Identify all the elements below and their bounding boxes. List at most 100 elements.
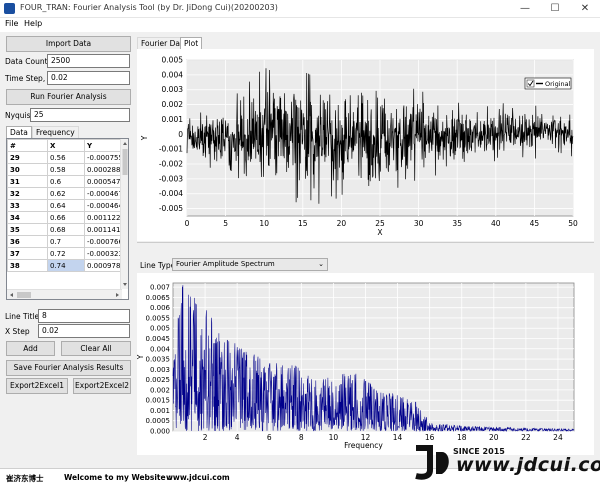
- table-cell[interactable]: 0.7: [47, 235, 85, 248]
- line-title-field[interactable]: 8: [38, 309, 130, 323]
- tab-data[interactable]: Data: [6, 126, 32, 138]
- export-excel2-button[interactable]: Export2Excel2: [73, 378, 131, 394]
- table-cell[interactable]: 0.72: [47, 247, 85, 260]
- row-number-cell[interactable]: 34: [7, 211, 48, 224]
- website-link[interactable]: www.jdcui.com: [166, 473, 230, 482]
- chevron-up-icon[interactable]: [123, 142, 127, 145]
- table-cell[interactable]: 0.64: [47, 199, 85, 212]
- x-tick-label: 30: [414, 219, 424, 228]
- row-number-cell[interactable]: 29: [7, 151, 48, 164]
- table-row[interactable]: 33 0.64 -0.000464: [7, 199, 123, 212]
- column-header[interactable]: #: [7, 139, 48, 152]
- table-row[interactable]: 38 0.74 0.0009789: [7, 259, 123, 272]
- y-tick-label: 0.0015: [146, 397, 171, 405]
- x-tick-label: 5: [223, 219, 228, 228]
- panel-splitter[interactable]: [137, 242, 594, 256]
- x-tick-label: 20: [489, 433, 499, 442]
- table-cell[interactable]: 0.0009789: [84, 259, 123, 272]
- row-number-cell[interactable]: 37: [7, 247, 48, 260]
- add-button[interactable]: Add: [6, 341, 55, 356]
- x-tick-label: 10: [259, 219, 269, 228]
- nyquist-field[interactable]: 25: [30, 108, 130, 122]
- y-tick-label: 0.002: [162, 100, 184, 109]
- table-cell[interactable]: 0.000288: [84, 163, 123, 176]
- table-cell[interactable]: 0.0011229: [84, 211, 123, 224]
- tab-plot[interactable]: Plot: [180, 37, 203, 49]
- menu-help[interactable]: Help: [24, 19, 42, 28]
- table-cell[interactable]: -0.000323: [84, 247, 123, 260]
- clear-all-button[interactable]: Clear All: [61, 341, 131, 356]
- row-number-cell[interactable]: 35: [7, 223, 48, 236]
- minimize-button[interactable]: —: [510, 0, 540, 18]
- table-row[interactable]: 29 0.56 -0.000755: [7, 151, 123, 164]
- table-cell[interactable]: 0.58: [47, 163, 85, 176]
- import-data-button[interactable]: Import Data: [6, 36, 131, 52]
- time-step-field[interactable]: 0.02: [47, 71, 130, 85]
- table-cell[interactable]: -0.000464: [84, 199, 123, 212]
- x-tick-label: 35: [452, 219, 462, 228]
- scroll-thumb[interactable]: [17, 292, 31, 298]
- y-tick-label: 0.006: [150, 304, 171, 312]
- x-tick-label: 6: [267, 433, 272, 442]
- chevron-right-icon[interactable]: [116, 293, 119, 297]
- column-header[interactable]: X: [47, 139, 85, 152]
- table-row[interactable]: 30 0.58 0.000288: [7, 163, 123, 176]
- export-excel1-button[interactable]: Export2Excel1: [6, 378, 68, 394]
- horizontal-scrollbar[interactable]: [7, 289, 122, 299]
- table-row[interactable]: 32 0.62 -0.000467: [7, 187, 123, 200]
- data-table[interactable]: # X Y 29 0.56 -0.000755 30 0.58 0.000288 31 0.6…: [6, 138, 129, 300]
- x-tick-label: 0: [185, 219, 190, 228]
- x-tick-label: 4: [235, 433, 240, 442]
- table-cell[interactable]: 0.0011418: [84, 223, 123, 236]
- close-button[interactable]: ✕: [570, 0, 600, 18]
- row-number-cell[interactable]: 31: [7, 175, 48, 188]
- time-series-chart[interactable]: 0 5 10 15 20 25 30 35 40 45 50 0.005 0.004 0.003 0.002…: [137, 49, 594, 241]
- row-number-cell[interactable]: 38: [7, 259, 48, 272]
- spectrum-chart[interactable]: 2 4 6 8 10 12 14 16 18 20 22 240.0070.00650.0060.00…: [136, 273, 594, 455]
- y-tick-label: 0.0035: [146, 356, 171, 364]
- save-results-button[interactable]: Save Fourier Analysis Results: [6, 360, 131, 376]
- x-step-field[interactable]: 0.02: [38, 324, 130, 338]
- y-tick-label: -0.005: [159, 204, 183, 213]
- row-number-cell[interactable]: 30: [7, 163, 48, 176]
- welcome-label: Welcome to my Website :: [64, 473, 172, 482]
- window-title: FOUR_TRAN: Fourier Analysis Tool (by Dr.…: [20, 3, 278, 12]
- y-tick-label: 0.0025: [146, 376, 171, 384]
- table-cell[interactable]: -0.000467: [84, 187, 123, 200]
- vertical-scrollbar[interactable]: [120, 139, 128, 289]
- title-bar: FOUR_TRAN: Fourier Analysis Tool (by Dr.…: [0, 0, 600, 18]
- table-cell[interactable]: 0.66: [47, 211, 85, 224]
- y-axis-label: Y: [137, 354, 145, 360]
- maximize-button[interactable]: ☐: [540, 0, 570, 18]
- table-cell[interactable]: 0.68: [47, 223, 85, 236]
- table-cell[interactable]: 0.56: [47, 151, 85, 164]
- x-tick-label: 22: [521, 433, 531, 442]
- row-number-cell[interactable]: 32: [7, 187, 48, 200]
- data-count-field[interactable]: 2500: [47, 54, 130, 68]
- table-cell[interactable]: -0.000766: [84, 235, 123, 248]
- table-cell[interactable]: -0.000755: [84, 151, 123, 164]
- tab-frequency[interactable]: Frequency: [32, 126, 79, 138]
- scroll-thumb[interactable]: [122, 149, 128, 175]
- y-tick-label: 0.007: [150, 284, 170, 292]
- run-fourier-analysis-button[interactable]: Run Fourier Analysis: [6, 89, 131, 105]
- line-type-dropdown[interactable]: Fourier Amplitude Spectrum ⌄: [172, 258, 328, 271]
- x-tick-label: 10: [329, 433, 339, 442]
- row-number-cell[interactable]: 33: [7, 199, 48, 212]
- table-cell[interactable]: 0.74: [47, 259, 85, 272]
- chevron-left-icon[interactable]: [10, 293, 13, 297]
- column-header[interactable]: Y: [84, 139, 123, 152]
- y-tick-label: -0.002: [159, 160, 183, 169]
- menu-file[interactable]: File: [5, 19, 18, 28]
- y-tick-label: 0.0065: [146, 294, 171, 302]
- table-row[interactable]: 37 0.72 -0.000323: [7, 247, 123, 260]
- table-cell[interactable]: 0.0005475: [84, 175, 123, 188]
- table-row[interactable]: 34 0.66 0.0011229: [7, 211, 123, 224]
- table-row[interactable]: 35 0.68 0.0011418: [7, 223, 123, 236]
- table-cell[interactable]: 0.6: [47, 175, 85, 188]
- table-row[interactable]: 31 0.6 0.0005475: [7, 175, 123, 188]
- chevron-down-icon[interactable]: [123, 283, 127, 286]
- table-row[interactable]: 36 0.7 -0.000766: [7, 235, 123, 248]
- row-number-cell[interactable]: 36: [7, 235, 48, 248]
- table-cell[interactable]: 0.62: [47, 187, 85, 200]
